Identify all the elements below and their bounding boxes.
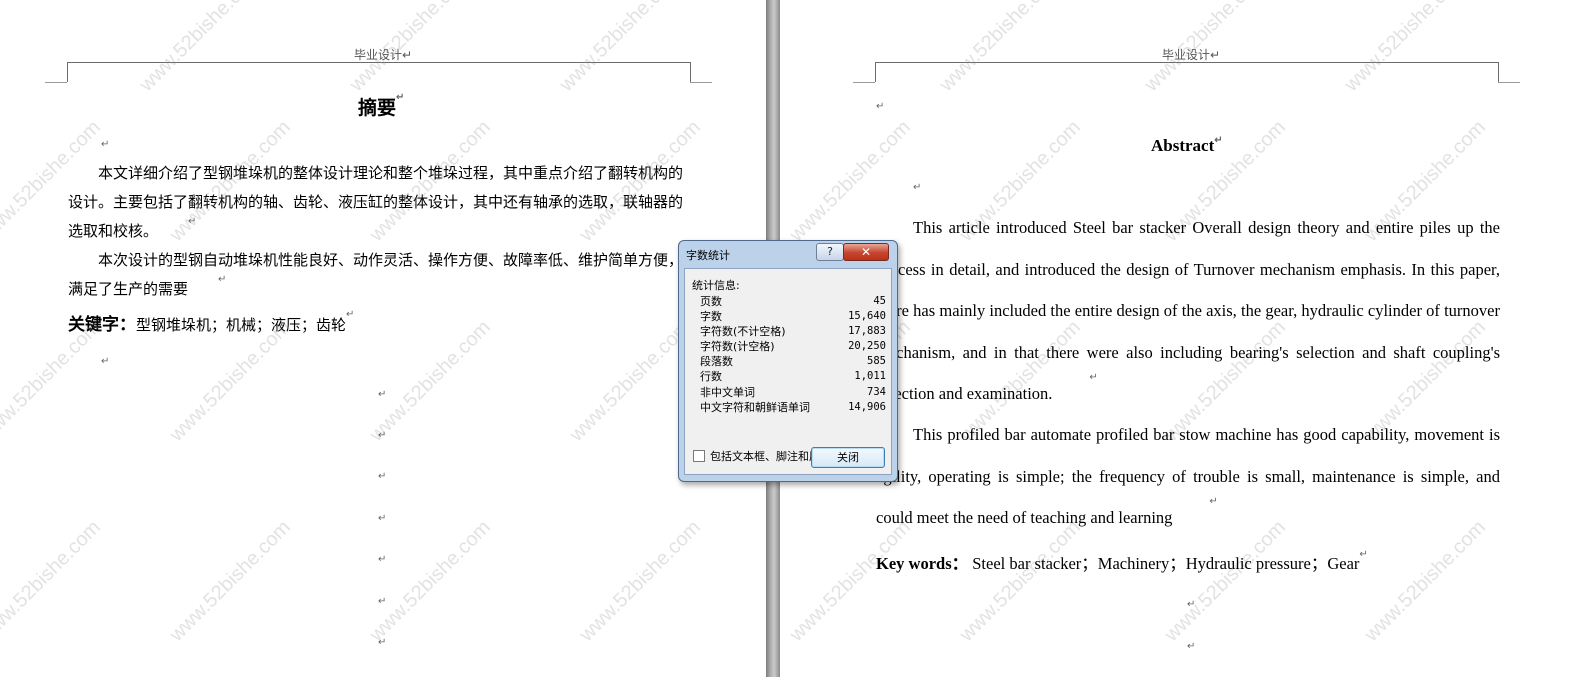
- crop-mark: [45, 82, 67, 83]
- header-rule: [67, 62, 690, 83]
- abstract-paragraph-cn-2: 本次设计的型钢自动堆垛机性能良好、动作灵活、操作方便、故障率低、维护简单方便，满…: [68, 251, 684, 298]
- left-document-page[interactable]: 毕业设计↵ 摘要 ↵ ↵ 本文详细介绍了型钢堆垛机的整体设计理论和整个堆垛过程，其…: [0, 0, 766, 677]
- window-close-button[interactable]: ✕: [843, 243, 889, 261]
- stat-row-chars-no-spaces: 字符数(不计空格) 17,883: [700, 325, 886, 339]
- header-rule: [875, 62, 1498, 83]
- dialog-body: 统计信息: 页数 45 字数 15,640 字符数(不计空格) 17,883 字符数(…: [684, 268, 892, 475]
- statistics-group-label: 统计信息:: [692, 279, 740, 292]
- stat-row-words: 字数 15,640: [700, 310, 886, 324]
- paragraph-mark: ↵: [101, 356, 110, 367]
- watermark: www.52bishe.com: [365, 316, 496, 446]
- word-count-dialog[interactable]: 字数统计 ? ✕ 统计信息: 页数 45 字数 15,640 字符数(不计空格) 17…: [678, 240, 898, 482]
- header-rule-left-edge: [67, 62, 68, 82]
- paragraph-mark: ↵: [378, 471, 387, 482]
- watermark: www.52bishe.com: [565, 316, 696, 446]
- paragraph-mark: ↵: [876, 101, 885, 112]
- header-rule-right-edge: [1498, 62, 1499, 82]
- abstract-paragraph-en-2: This profiled bar automate profiled bar …: [876, 425, 1500, 527]
- header-rule-left-edge: [875, 62, 876, 82]
- watermark: www.52bishe.com: [365, 516, 496, 646]
- abstract-paragraph-en-1: This article introduced Steel bar stacke…: [876, 218, 1500, 403]
- stat-row-lines: 行数 1,011: [700, 370, 886, 384]
- watermark: www.52bishe.com: [0, 516, 106, 646]
- close-button[interactable]: 关闭: [811, 447, 885, 468]
- abstract-paragraph-cn-1: 本文详细介绍了型钢堆垛机的整体设计理论和整个堆垛过程，其中重点介绍了翻转机构的设…: [68, 164, 684, 240]
- paragraph-mark: ↵: [101, 139, 110, 150]
- stat-row-non-chinese-words: 非中文单词 734: [700, 385, 886, 399]
- keywords-cn: 关键字：型钢堆垛机；机械；液压；齿轮 ↵: [68, 309, 355, 336]
- watermark: www.52bishe.com: [575, 516, 706, 646]
- paragraph-mark: ↵: [378, 513, 387, 524]
- paragraph-mark: ↵: [378, 637, 387, 648]
- keywords-en: Key words： Steel bar stacker；Machinery；H…: [876, 549, 1368, 574]
- page-header-text: 毕业设计↵: [354, 48, 413, 62]
- watermark: www.52bishe.com: [165, 516, 296, 646]
- watermark: www.52bishe.com: [0, 316, 106, 446]
- header-rule-right-edge: [690, 62, 691, 82]
- paragraph-mark: ↵: [913, 182, 922, 193]
- paragraph-mark: ↵: [1187, 641, 1196, 652]
- dialog-title: 字数统计: [686, 249, 730, 262]
- statistics-list: 页数 45 字数 15,640 字符数(不计空格) 17,883 字符数(计空格) 20…: [700, 294, 886, 415]
- abstract-title-cn: 摘要 ↵: [358, 92, 405, 120]
- abstract-title-en: Abstract ↵: [1151, 135, 1223, 156]
- crop-mark: [1498, 82, 1520, 83]
- paragraph-mark: ↵: [378, 554, 387, 565]
- stat-row-pages: 页数 45: [700, 295, 886, 308]
- page-header-text: 毕业设计↵: [1162, 48, 1221, 62]
- paragraph-mark: ↵: [378, 389, 387, 400]
- crop-mark: [853, 82, 875, 83]
- watermark: www.52bishe.com: [165, 316, 296, 446]
- crop-mark: [690, 82, 712, 83]
- paragraph-mark: ↵: [378, 596, 387, 607]
- include-textboxes-checkbox[interactable]: [693, 450, 705, 462]
- paragraph-mark: ↵: [378, 430, 387, 441]
- stat-row-cjk-chars: 中文字符和朝鲜语单词 14,906: [700, 400, 886, 414]
- stat-row-chars-with-spaces: 字符数(计空格) 20,250: [700, 340, 886, 354]
- help-button[interactable]: ?: [816, 243, 844, 261]
- stat-row-paragraphs: 段落数 585: [700, 355, 886, 369]
- paragraph-mark: ↵: [1187, 599, 1196, 610]
